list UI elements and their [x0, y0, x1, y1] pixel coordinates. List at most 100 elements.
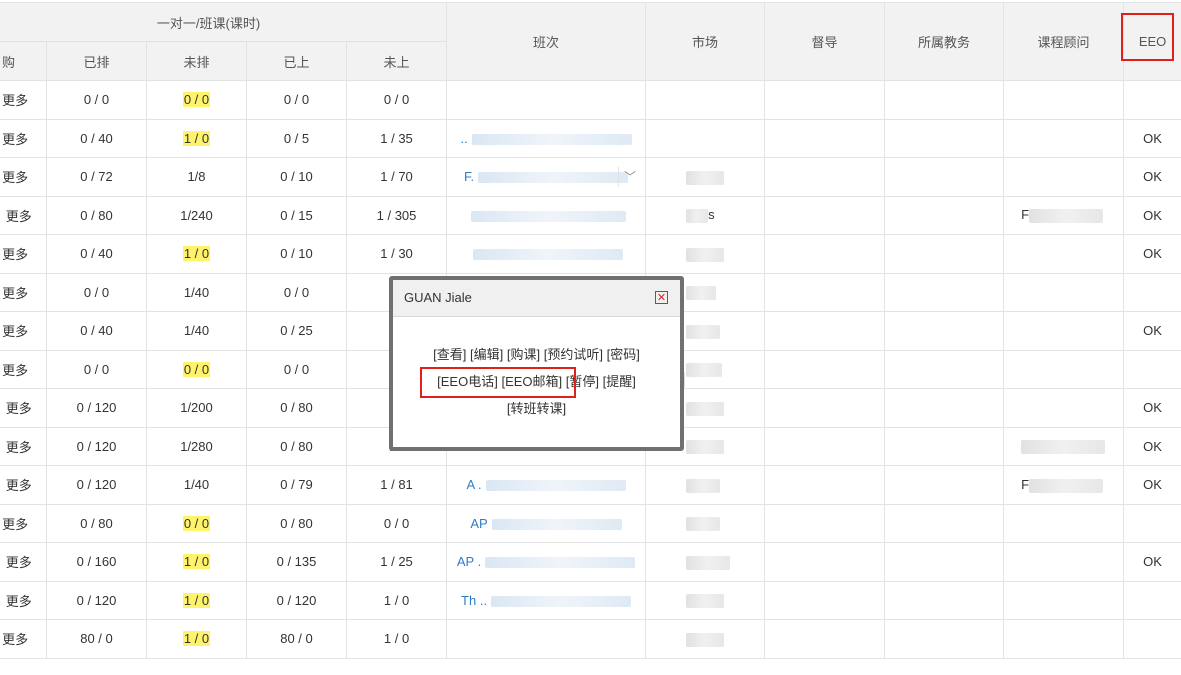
remaining-cell: 1 / 35 — [345, 118, 448, 158]
consultant-cell — [1003, 234, 1125, 274]
attended-cell: 0 / 10 — [246, 157, 347, 197]
buy-cell: 0更多 — [0, 234, 47, 274]
scheduled-cell: 0 / 120 — [46, 465, 147, 505]
unscheduled-cell: 1 / 0 — [146, 580, 247, 620]
eeo-cell: OK — [1123, 234, 1181, 274]
popup-action-link[interactable]: [EEO邮箱] — [501, 374, 562, 389]
market-cell — [645, 118, 766, 158]
market-cell — [645, 465, 766, 505]
popup-action-link[interactable]: [购课] — [507, 347, 540, 362]
class-cell[interactable] — [446, 195, 647, 235]
more-link[interactable]: 更多 — [6, 594, 32, 609]
consultant-cell — [1003, 80, 1125, 120]
market-cell — [645, 80, 766, 120]
more-link[interactable]: 更多 — [2, 517, 28, 532]
market-cell — [645, 619, 766, 659]
popup-action-link[interactable]: [提醒] — [603, 374, 636, 389]
more-link[interactable]: 更多 — [6, 478, 32, 493]
unscheduled-cell: 1 / 0 — [146, 542, 247, 582]
class-cell[interactable]: AP . — [446, 542, 647, 582]
more-link[interactable]: 更多 — [2, 324, 28, 339]
more-link[interactable]: 更多 — [6, 401, 32, 416]
buy-cell: 60更多 — [0, 542, 47, 582]
chevron-down-icon[interactable]: ﹀ — [618, 167, 641, 187]
class-cell[interactable] — [446, 80, 647, 120]
attended-cell: 0 / 0 — [246, 349, 347, 389]
col-remaining: 未上 — [345, 41, 448, 81]
supervisor-cell — [764, 80, 886, 120]
academic-cell — [884, 619, 1005, 659]
remaining-cell: 1 / 25 — [345, 542, 448, 582]
popup-action-link[interactable]: [EEO电话] — [437, 374, 498, 389]
unscheduled-cell: 1/40 — [146, 311, 247, 351]
academic-cell — [884, 272, 1005, 312]
more-link[interactable]: 更多 — [6, 555, 32, 570]
eeo-cell: OK — [1123, 465, 1181, 505]
class-cell[interactable]: Th .. — [446, 580, 647, 620]
unscheduled-cell: 1/40 — [146, 465, 247, 505]
col-class[interactable]: 班次 — [446, 2, 647, 81]
supervisor-cell — [764, 426, 886, 466]
eeo-cell: OK — [1123, 542, 1181, 582]
supervisor-cell — [764, 580, 886, 620]
more-link[interactable]: 更多 — [6, 440, 32, 455]
more-link[interactable]: 更多 — [6, 209, 32, 224]
academic-cell — [884, 118, 1005, 158]
more-link[interactable]: 更多 — [2, 170, 28, 185]
more-link[interactable]: 更多 — [2, 363, 28, 378]
table-row: 0更多80 / 01 / 080 / 01 / 0 — [0, 619, 1181, 659]
class-cell[interactable]: F. ﹀ — [446, 157, 647, 197]
class-cell[interactable] — [446, 234, 647, 274]
attended-cell: 0 / 80 — [246, 426, 347, 466]
popup-header: GUAN Jiale ✕ — [393, 280, 680, 317]
popup-action-link[interactable]: [查看] — [433, 347, 466, 362]
scheduled-cell: 0 / 80 — [46, 503, 147, 543]
scheduled-cell: 0 / 40 — [46, 118, 147, 158]
col-market[interactable]: 市场 — [645, 2, 766, 81]
popup-action-link[interactable]: [转班转课] — [507, 401, 566, 416]
more-link[interactable]: 更多 — [2, 247, 28, 262]
remaining-cell: 1 / 81 — [345, 465, 448, 505]
scheduled-cell: 80 / 0 — [46, 619, 147, 659]
col-consultant[interactable]: 课程顾问 — [1003, 2, 1125, 81]
student-action-popup: GUAN Jiale ✕ [查看] [编辑] [购课] [预约试听] [密码] … — [389, 276, 684, 451]
class-cell[interactable]: .. — [446, 118, 647, 158]
unscheduled-cell: 0 / 0 — [146, 503, 247, 543]
supervisor-cell — [764, 619, 886, 659]
more-link[interactable]: 更多 — [2, 132, 28, 147]
close-icon[interactable]: ✕ — [655, 291, 668, 304]
popup-action-link[interactable]: [密码] — [607, 347, 640, 362]
table-row: 0更多0 / 401 / 00 / 51 / 35.. OK — [0, 118, 1181, 158]
class-cell[interactable]: AP — [446, 503, 647, 543]
supervisor-cell — [764, 311, 886, 351]
group-header: 一对一/班课(课时) — [0, 2, 448, 42]
popup-action-link[interactable]: [预约试听] — [544, 347, 603, 362]
supervisor-cell — [764, 542, 886, 582]
unscheduled-cell: 1/240 — [146, 195, 247, 235]
popup-title: GUAN Jiale — [404, 290, 472, 305]
popup-action-link[interactable]: [编辑] — [470, 347, 503, 362]
academic-cell — [884, 157, 1005, 197]
consultant-cell — [1003, 619, 1125, 659]
more-link[interactable]: 更多 — [2, 632, 28, 647]
popup-actions: [查看] [编辑] [购课] [预约试听] [密码] [EEO电话] [EEO邮… — [393, 317, 680, 422]
table-row: 0更多0 / 00 / 00 / 00 / 0 — [0, 80, 1181, 120]
popup-action-link[interactable]: [暂停] — [566, 374, 599, 389]
eeo-column-annotation — [1121, 13, 1174, 61]
more-link[interactable]: 更多 — [2, 93, 28, 108]
unscheduled-cell: 1 / 0 — [146, 619, 247, 659]
class-cell[interactable]: A . — [446, 465, 647, 505]
eeo-cell — [1123, 272, 1181, 312]
more-link[interactable]: 更多 — [2, 286, 28, 301]
table-row: 0更多0 / 401 / 00 / 101 / 30 OK — [0, 234, 1181, 274]
supervisor-cell — [764, 195, 886, 235]
supervisor-cell — [764, 388, 886, 428]
remaining-cell: 1 / 0 — [345, 580, 448, 620]
supervisor-cell — [764, 118, 886, 158]
eeo-cell: OK — [1123, 426, 1181, 466]
unscheduled-cell: 1 / 0 — [146, 118, 247, 158]
class-cell[interactable] — [446, 619, 647, 659]
col-supervisor[interactable]: 督导 — [764, 2, 886, 81]
col-unscheduled: 未排 — [146, 41, 247, 81]
col-academic[interactable]: 所属教务 — [884, 2, 1005, 81]
